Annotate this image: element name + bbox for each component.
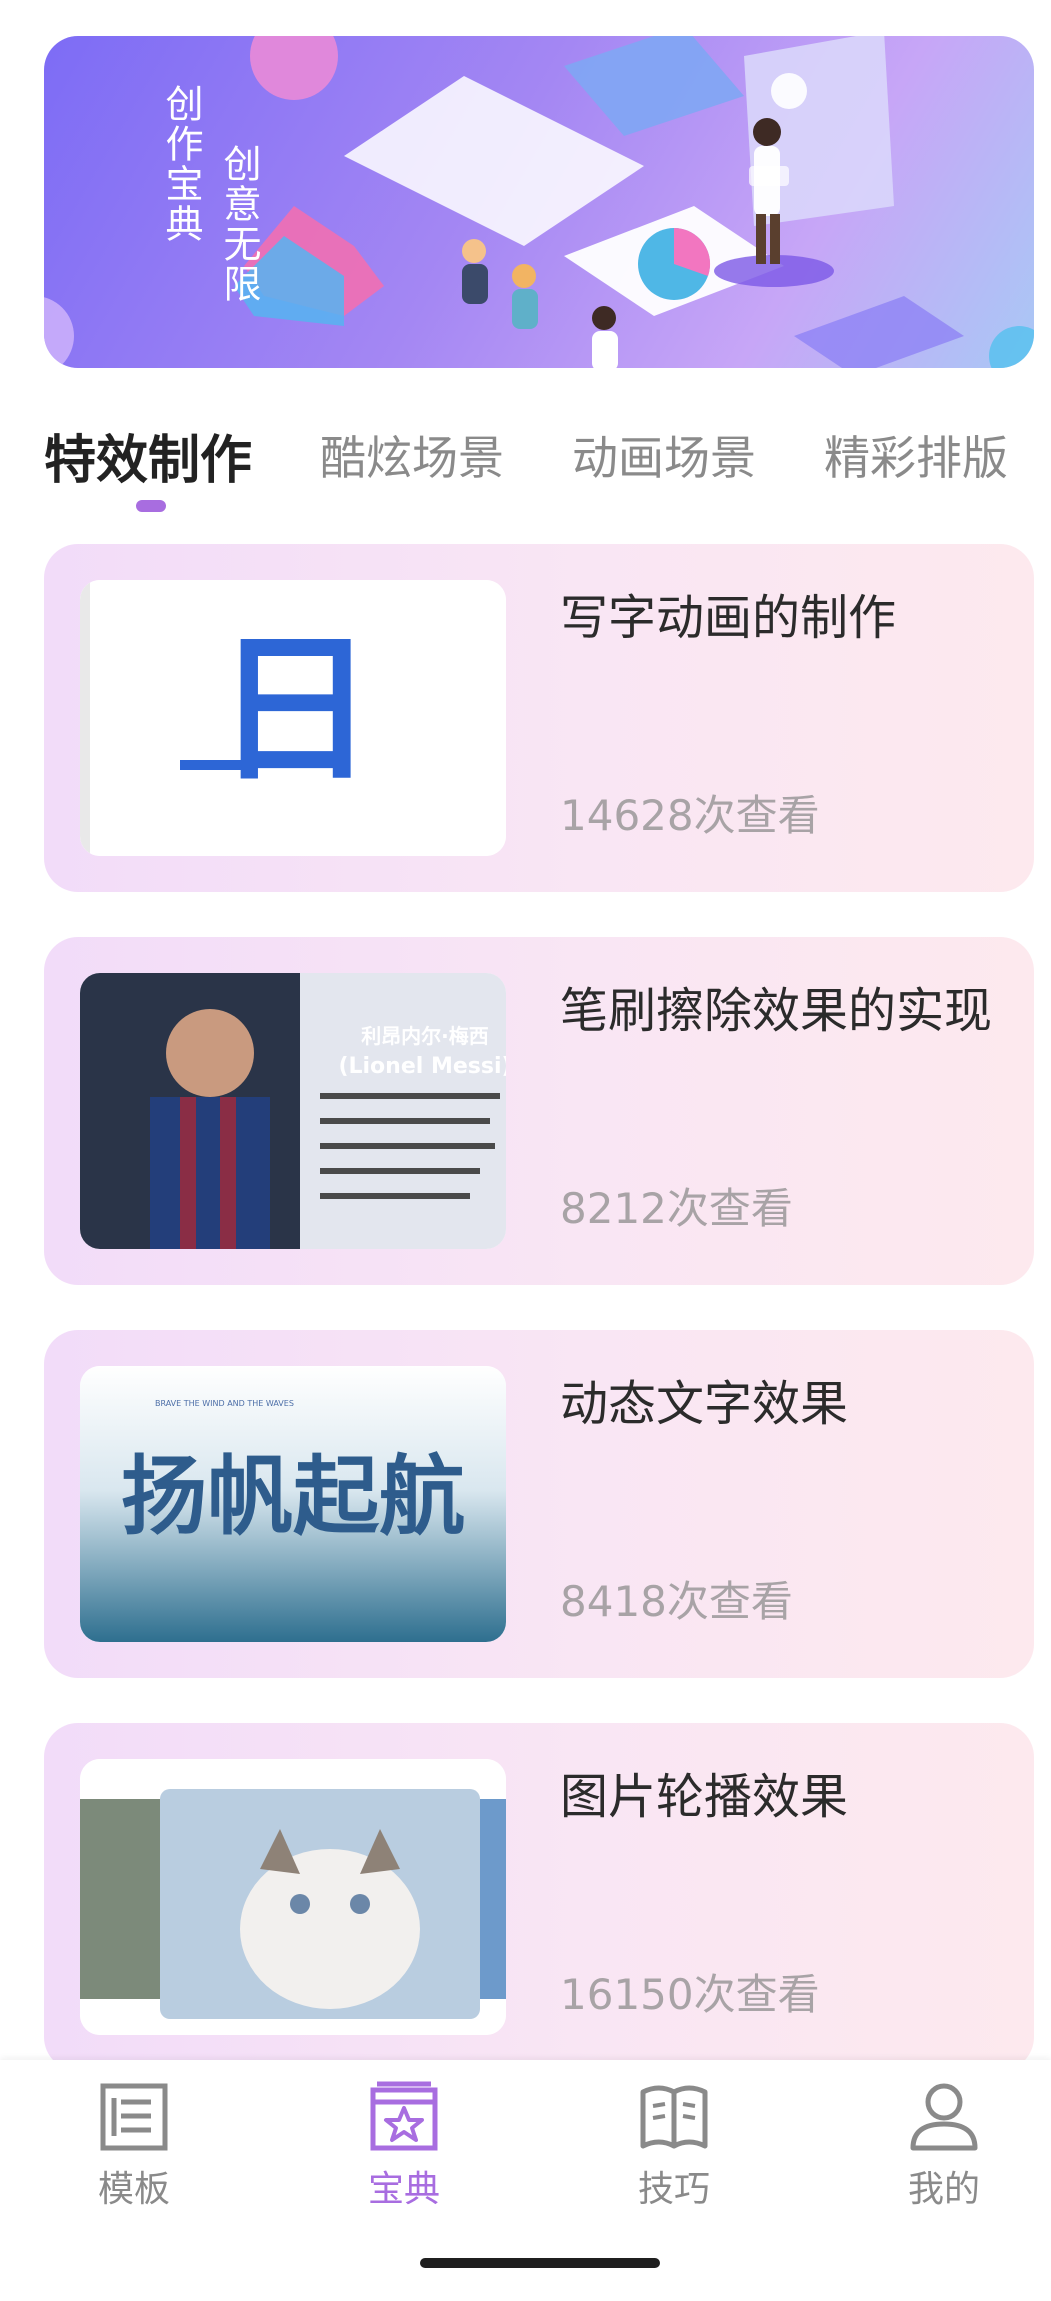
category-tabs: 特效制作 酷炫场景 动画场景 精彩排版 <box>44 404 1034 524</box>
thumbnail-char: 日 <box>215 616 375 803</box>
thumbnail-image: 利昂内尔·梅西 (Lionel Messi) <box>80 973 506 1249</box>
thumbnail-subheading: (Lionel Messi) <box>338 1054 506 1079</box>
view-count: 16150次查看 <box>560 1970 820 2019</box>
card-thumbnail <box>80 1759 506 2035</box>
nav-tips[interactable]: 技巧 <box>594 2080 754 2230</box>
view-count: 8418次查看 <box>560 1577 793 1626</box>
nav-label: 模板 <box>97 2169 170 2210</box>
nav-label: 宝典 <box>367 2169 440 2210</box>
nav-profile[interactable]: 我的 <box>864 2080 1024 2230</box>
thumbnail-image <box>80 1759 506 2035</box>
card-title: 动态文字效果 <box>560 1376 849 1432</box>
handbook-icon <box>370 2081 438 2151</box>
nav-template[interactable]: 模板 <box>54 2080 214 2230</box>
thumbnail-heading: 扬帆起航 <box>121 1447 465 1547</box>
nav-handbook[interactable]: 宝典 <box>324 2080 484 2230</box>
tab-effects[interactable]: 特效制作 <box>44 418 252 493</box>
active-tab-indicator <box>136 500 166 512</box>
view-count: 8212次查看 <box>560 1184 793 1233</box>
home-indicator <box>420 2258 660 2268</box>
thumbnail-heading: 利昂内尔·梅西 <box>361 1024 489 1048</box>
thumbnail-image: BRAVE THE WIND AND THE WAVES 扬帆起航 <box>80 1366 506 1642</box>
card-title: 写字动画的制作 <box>560 590 897 646</box>
banner-text-secondary: 创意无限 <box>217 144 261 304</box>
list-item[interactable]: BRAVE THE WIND AND THE WAVES 扬帆起航 动态文字效果… <box>44 1330 1034 1678</box>
tab-animation-scenes[interactable]: 动画场景 <box>572 422 756 488</box>
list-item[interactable]: 日 写字动画的制作 14628次查看 <box>44 544 1034 892</box>
card-thumbnail: 日 <box>80 580 506 856</box>
nav-label: 技巧 <box>637 2169 710 2210</box>
promo-banner[interactable]: 创作宝典 创意无限 <box>44 36 1034 368</box>
card-thumbnail: BRAVE THE WIND AND THE WAVES 扬帆起航 <box>80 1366 506 1642</box>
profile-icon <box>910 2083 978 2151</box>
tab-layouts[interactable]: 精彩排版 <box>824 422 1008 488</box>
template-icon <box>100 2083 168 2151</box>
list-item[interactable]: 图片轮播效果 16150次查看 <box>44 1723 1034 2071</box>
book-icon <box>640 2085 708 2149</box>
card-thumbnail: 利昂内尔·梅西 (Lionel Messi) <box>80 973 506 1249</box>
banner-text-primary: 创作宝典 <box>159 84 203 244</box>
card-title: 笔刷擦除效果的实现 <box>560 983 993 1039</box>
nav-label: 我的 <box>907 2169 980 2210</box>
thumbnail-image: 日 <box>80 580 506 856</box>
card-title: 图片轮播效果 <box>560 1769 849 1825</box>
view-count: 14628次查看 <box>560 791 820 840</box>
thumbnail-caption: BRAVE THE WIND AND THE WAVES <box>155 1399 294 1408</box>
list-item[interactable]: 利昂内尔·梅西 (Lionel Messi) 笔刷擦除效果的实现 8212次查看 <box>44 937 1034 1285</box>
tab-cool-scenes[interactable]: 酷炫场景 <box>320 422 504 488</box>
